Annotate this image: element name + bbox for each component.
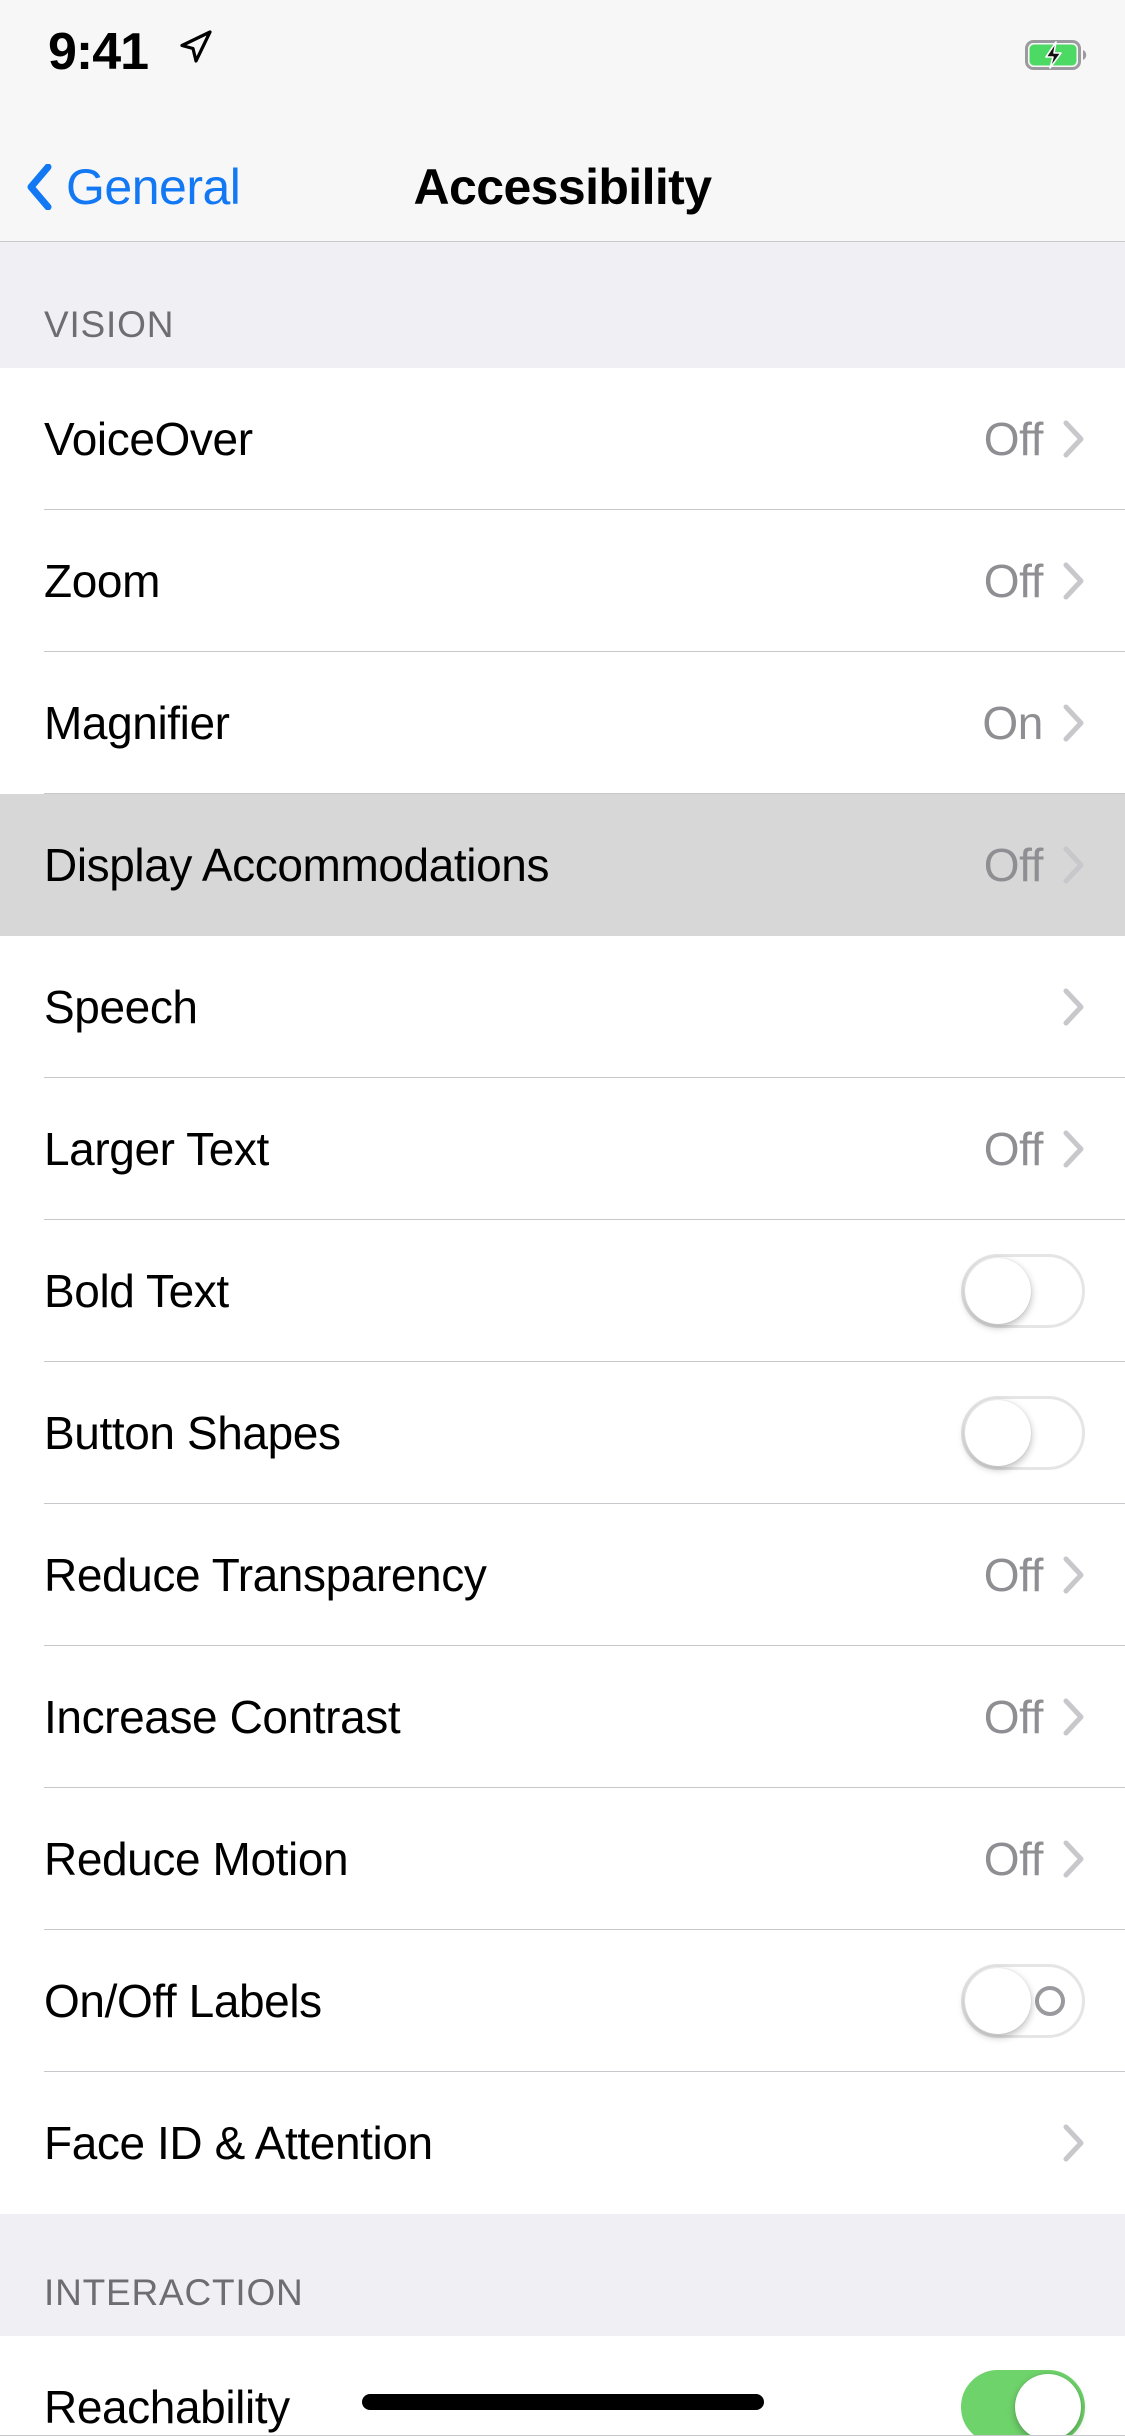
settings-row-accessory [1063, 2124, 1085, 2162]
chevron-right-icon [1063, 846, 1085, 884]
status-bar: 9:41 [0, 0, 1125, 132]
settings-row-accessory [961, 2370, 1085, 2436]
page-title: Accessibility [413, 159, 713, 215]
status-bar-time: 9:41 [48, 23, 149, 81]
settings-row-face-id-and-attention[interactable]: Face ID & Attention [0, 2072, 1125, 2214]
settings-row-accessory [961, 1396, 1085, 1470]
toggle-switch[interactable] [961, 1964, 1085, 2038]
settings-row-reduce-motion[interactable]: Reduce Motion Off [0, 1788, 1125, 1930]
chevron-right-icon [1063, 1556, 1085, 1594]
settings-row-bold-text[interactable]: Bold Text [0, 1220, 1125, 1362]
settings-row-label: Reduce Transparency [44, 1549, 487, 1601]
section-header-interaction: INTERACTION [0, 2214, 1125, 2336]
navigation-bar: General Accessibility [0, 132, 1125, 242]
settings-row-accessory: On [982, 696, 1085, 750]
settings-row-label: On/Off Labels [44, 1975, 322, 2027]
toggle-off-marker-icon [1035, 1986, 1065, 2016]
settings-row-accessory: Off [984, 1122, 1085, 1176]
toggle-switch[interactable] [961, 1396, 1085, 1470]
chevron-right-icon [1063, 1698, 1085, 1736]
settings-list[interactable]: VISION VoiceOver Off Zoom Off Magnifier On Disp… [0, 243, 1125, 2436]
settings-group: Reachability [0, 2336, 1125, 2436]
settings-row-accessory [961, 1254, 1085, 1328]
settings-row-accessory: Off [984, 1548, 1085, 1602]
chevron-right-icon [1063, 420, 1085, 458]
settings-row-display-accommodations[interactable]: Display Accommodations Off [0, 794, 1125, 936]
settings-row-label: Speech [44, 981, 198, 1033]
settings-row-value: Off [983, 1833, 1044, 1885]
settings-group: VoiceOver Off Zoom Off Magnifier On Display Ac… [0, 368, 1125, 2214]
settings-row-accessory: Off [984, 412, 1085, 466]
chevron-right-icon [1063, 1130, 1085, 1168]
settings-row-on-off-labels[interactable]: On/Off Labels [0, 1930, 1125, 2072]
chevron-right-icon [1063, 988, 1085, 1026]
settings-row-value: Off [983, 1691, 1044, 1743]
settings-row-value: Off [983, 1549, 1044, 1601]
toggle-knob[interactable] [1015, 2374, 1081, 2436]
settings-row-label: Larger Text [44, 1123, 269, 1175]
settings-row-zoom[interactable]: Zoom Off [0, 510, 1125, 652]
toggle-knob[interactable] [965, 1400, 1031, 1466]
settings-row-increase-contrast[interactable]: Increase Contrast Off [0, 1646, 1125, 1788]
settings-row-label: Display Accommodations [44, 839, 550, 891]
chevron-right-icon [1063, 2124, 1085, 2162]
settings-row-value: Off [983, 413, 1044, 465]
location-arrow-icon [178, 30, 212, 64]
settings-row-label: Face ID & Attention [44, 2117, 433, 2169]
settings-row-label: Button Shapes [44, 1407, 341, 1459]
settings-row-label: Increase Contrast [44, 1691, 401, 1743]
battery-charging-icon [1025, 40, 1087, 70]
toggle-switch[interactable] [961, 1254, 1085, 1328]
accessibility-settings-screen: 9:41 General Accessibility VISION VoiceO… [0, 0, 1125, 2436]
settings-row-voiceover[interactable]: VoiceOver Off [0, 368, 1125, 510]
settings-row-value: Off [983, 1123, 1044, 1175]
settings-row-label: Zoom [44, 555, 160, 607]
home-indicator[interactable] [361, 2394, 764, 2410]
settings-row-button-shapes[interactable]: Button Shapes [0, 1362, 1125, 1504]
settings-row-accessory: Off [984, 554, 1085, 608]
settings-row-larger-text[interactable]: Larger Text Off [0, 1078, 1125, 1220]
settings-row-label: Reduce Motion [44, 1833, 349, 1885]
settings-row-accessory [1063, 988, 1085, 1026]
toggle-switch[interactable] [961, 2370, 1085, 2436]
settings-row-value: Off [983, 839, 1044, 891]
settings-row-magnifier[interactable]: Magnifier On [0, 652, 1125, 794]
settings-row-label: Bold Text [44, 1265, 229, 1317]
settings-row-label: VoiceOver [44, 413, 253, 465]
chevron-right-icon [1063, 704, 1085, 742]
settings-row-reduce-transparency[interactable]: Reduce Transparency Off [0, 1504, 1125, 1646]
settings-row-value: On [982, 697, 1043, 749]
settings-row-reachability[interactable]: Reachability [0, 2336, 1125, 2436]
chevron-right-icon [1063, 562, 1085, 600]
section-header-vision: VISION [0, 243, 1125, 368]
settings-row-label: Magnifier [44, 697, 230, 749]
settings-row-speech[interactable]: Speech [0, 936, 1125, 1078]
settings-row-accessory: Off [984, 1832, 1085, 1886]
settings-row-accessory: Off [984, 1690, 1085, 1744]
chevron-right-icon [1063, 1840, 1085, 1878]
settings-row-accessory [961, 1964, 1085, 2038]
toggle-knob[interactable] [965, 1258, 1031, 1324]
toggle-knob[interactable] [965, 1968, 1031, 2034]
settings-row-value: Off [983, 555, 1044, 607]
settings-row-accessory: Off [984, 838, 1085, 892]
